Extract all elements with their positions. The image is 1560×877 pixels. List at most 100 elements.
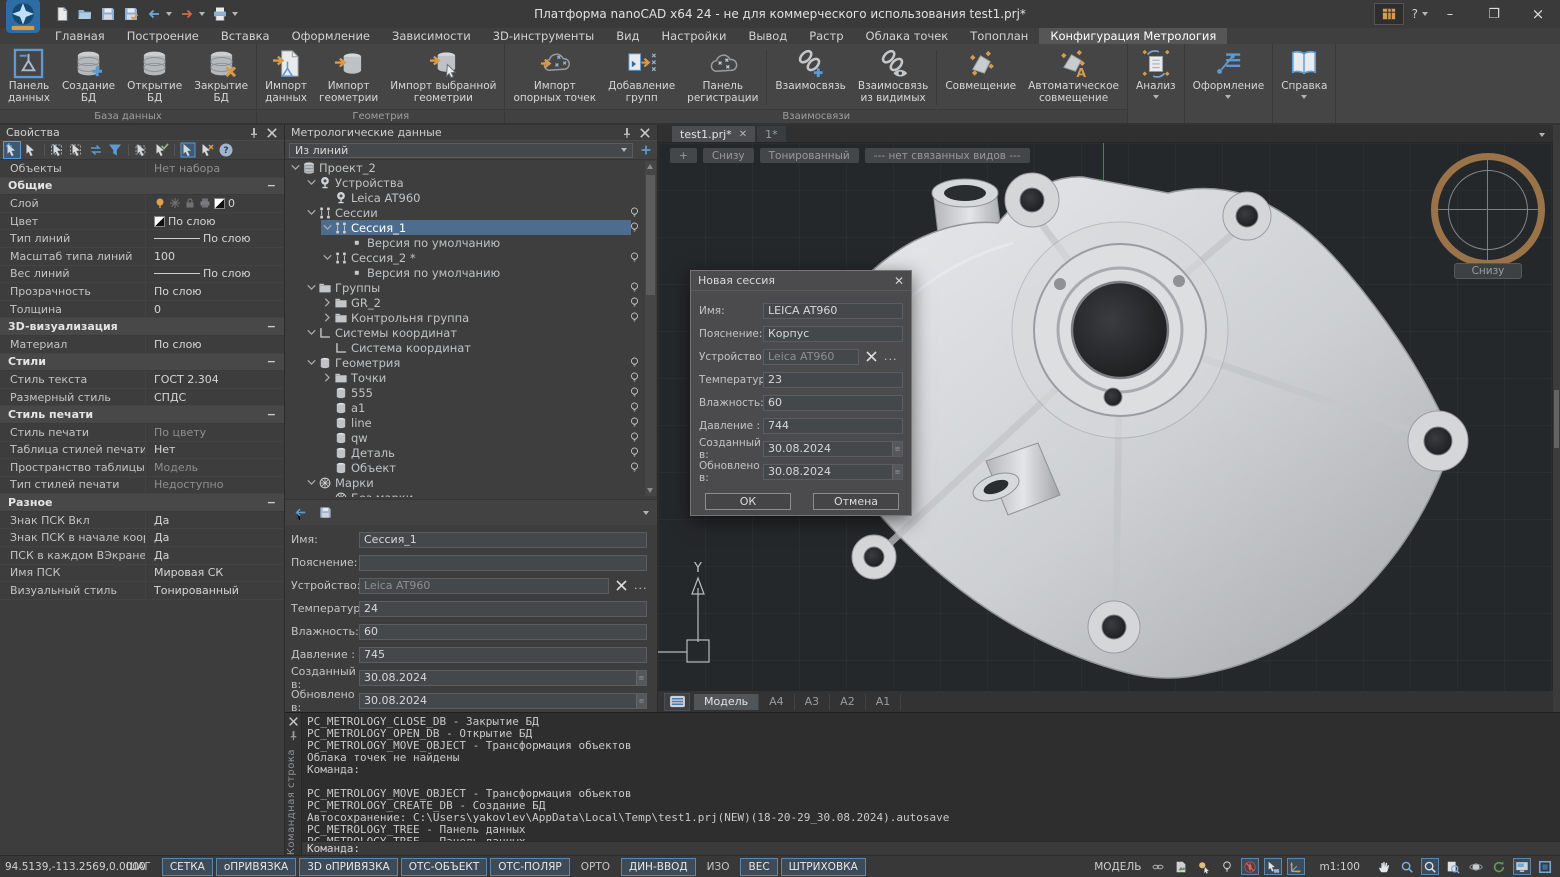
status-toggle-5[interactable]: ОТС-ПОЛЯР [490,858,569,876]
data-panel-button[interactable]: Панельданных [2,46,56,109]
status-toggle-1[interactable]: СЕТКА [162,858,213,876]
tree-item-Система координат[interactable]: Система координат [285,340,657,355]
visibility-bulb-icon[interactable] [628,446,641,459]
scroll-up-icon[interactable] [647,164,653,169]
save-as-icon[interactable] [123,6,139,22]
collapse-icon[interactable]: − [267,320,276,333]
link-from-visible-button[interactable]: Взаимосвязьиз видимых [852,46,934,109]
property-value[interactable]: 0 [145,195,284,212]
document-tab-1*[interactable]: 1* [757,126,786,142]
undo-icon[interactable] [146,6,162,22]
menu-item-6[interactable]: Вид [605,28,650,44]
field-input-Пояснение[interactable] [359,555,647,571]
lightbulb-icon[interactable] [1218,858,1236,875]
chevron-right-icon[interactable] [322,312,333,323]
back-arrow-icon[interactable] [293,505,308,520]
dialog-titlebar[interactable]: Новая сессия ✕ [691,271,911,291]
property-value[interactable]: Да [145,512,284,529]
property-value[interactable]: Недоступно [145,477,284,494]
create-db-button[interactable]: СозданиеБД [56,46,121,109]
visibility-bulb-icon[interactable] [628,356,641,369]
field-input-Обновленов[interactable]: 30.08.2024≡ [359,693,647,709]
viewport-scrollbar[interactable] [1553,125,1560,712]
analysis-button[interactable]: Анализ [1128,44,1185,123]
close-icon[interactable] [266,127,278,139]
chevron-down-icon[interactable] [306,282,317,293]
regen-icon[interactable] [1490,858,1508,875]
status-toggle-7[interactable]: ДИН-ВВОД [621,858,696,876]
tree-item-Без марки[interactable]: Без марки [285,490,657,497]
property-section-Общие[interactable]: Общие− [0,178,284,196]
tree-item-Версия по умолчанию[interactable]: Версия по умолчанию [285,235,657,250]
close-db-button[interactable]: ЗакрытиеБД [188,46,254,109]
pin-icon[interactable] [288,730,299,741]
status-toggle-3[interactable]: 3D оПРИВЯЗКА [299,858,397,876]
cycle-select-icon[interactable] [88,142,104,158]
status-toggle-9[interactable]: ВЕС [740,858,777,876]
import-data-button[interactable]: Импортданных [259,46,313,109]
status-toggle-10[interactable]: ШТРИХОВКА [781,858,866,876]
import-selected-geometry-button[interactable]: Импорт выбраннойгеометрии [384,46,502,109]
select-box-icon[interactable] [134,142,150,158]
property-value[interactable]: По слою [145,213,284,230]
chevron-down-icon[interactable] [306,357,317,368]
light-sources-icon[interactable] [1195,858,1213,875]
tree-item-Проект_2[interactable]: Проект_2 [285,160,657,175]
command-input[interactable]: Команда: [302,841,1560,855]
collapse-icon[interactable]: − [267,355,276,368]
menu-item-4[interactable]: Зависимости [381,28,482,44]
viewport-config-icon[interactable] [1149,858,1167,875]
tab-close-icon[interactable]: ✕ [739,129,747,140]
tree-item-line[interactable]: line [285,415,657,430]
dialog-close-icon[interactable]: ✕ [894,274,904,288]
visibility-bulb-icon[interactable] [628,251,641,264]
spinner-button[interactable]: ≡ [636,694,646,708]
tree-scrollbar[interactable] [645,161,656,496]
boxed-cursor-icon[interactable] [180,142,196,158]
property-value[interactable]: Да [145,547,284,564]
zoom-window-icon[interactable] [1421,858,1439,875]
field-input-Обновленов[interactable]: 30.08.2024≡ [763,464,903,480]
qat-more-caret[interactable] [232,12,238,16]
visibility-bulb-icon[interactable] [628,371,641,384]
open-file-icon[interactable] [77,6,93,22]
import-geometry-button[interactable]: Импортгеометрии [313,46,384,109]
menu-item-0[interactable]: Главная [44,28,116,44]
property-value[interactable]: По слою [145,266,284,283]
visibility-bulb-icon[interactable] [628,281,641,294]
maximize-button[interactable]: ❐ [1472,0,1516,28]
status-toggle-0[interactable]: ШАГ [118,858,159,876]
tree-item-Геометрия[interactable]: Геометрия [285,355,657,370]
registration-panel-button[interactable]: Панельрегистрации [681,46,764,109]
visibility-bulb-icon[interactable] [628,206,641,219]
tree-item-Leica AT960[interactable]: Leica AT960 [285,190,657,205]
property-value[interactable]: Нет [145,442,284,459]
pin-icon[interactable] [248,127,260,139]
visibility-bulb-icon[interactable] [628,311,641,324]
zoom-icon[interactable] [1398,858,1416,875]
table-tool-button[interactable] [1374,3,1404,25]
redo-icon[interactable] [179,6,195,22]
visibility-bulb-icon[interactable] [628,416,641,429]
chevron-down-icon[interactable] [290,162,301,173]
tabs-overflow-caret[interactable] [1539,133,1545,137]
redo-dropdown-caret[interactable] [199,12,205,16]
select-icon[interactable] [23,142,39,158]
scale-indicator[interactable]: m1:100 [1320,861,1361,873]
scroll-down-icon[interactable] [647,488,653,493]
save-icon[interactable] [318,505,333,520]
property-value[interactable]: Да [145,529,284,546]
reference-button[interactable]: Справка [1273,44,1336,123]
close-button[interactable]: × [1516,0,1560,28]
tree-item-Группы[interactable]: Группы [285,280,657,295]
field-input-Температура[interactable]: 24 [359,601,647,617]
property-value[interactable]: Модель [145,459,284,476]
tree-item-Системы координат[interactable]: Системы координат [285,325,657,340]
status-toggle-4[interactable]: ОТС-ОБЪЕКТ [401,858,488,876]
tree-item-GR_2[interactable]: GR_2 [285,295,657,310]
menu-item-2[interactable]: Вставка [210,28,281,44]
cancel-button[interactable]: Отмена [813,493,899,510]
status-toggle-2[interactable]: оПРИВЯЗКА [216,858,296,876]
menu-item-9[interactable]: Растр [798,28,854,44]
command-log[interactable]: PC_METROLOGY_CLOSE_DB - Закрытие БД PC_M… [307,716,1556,848]
